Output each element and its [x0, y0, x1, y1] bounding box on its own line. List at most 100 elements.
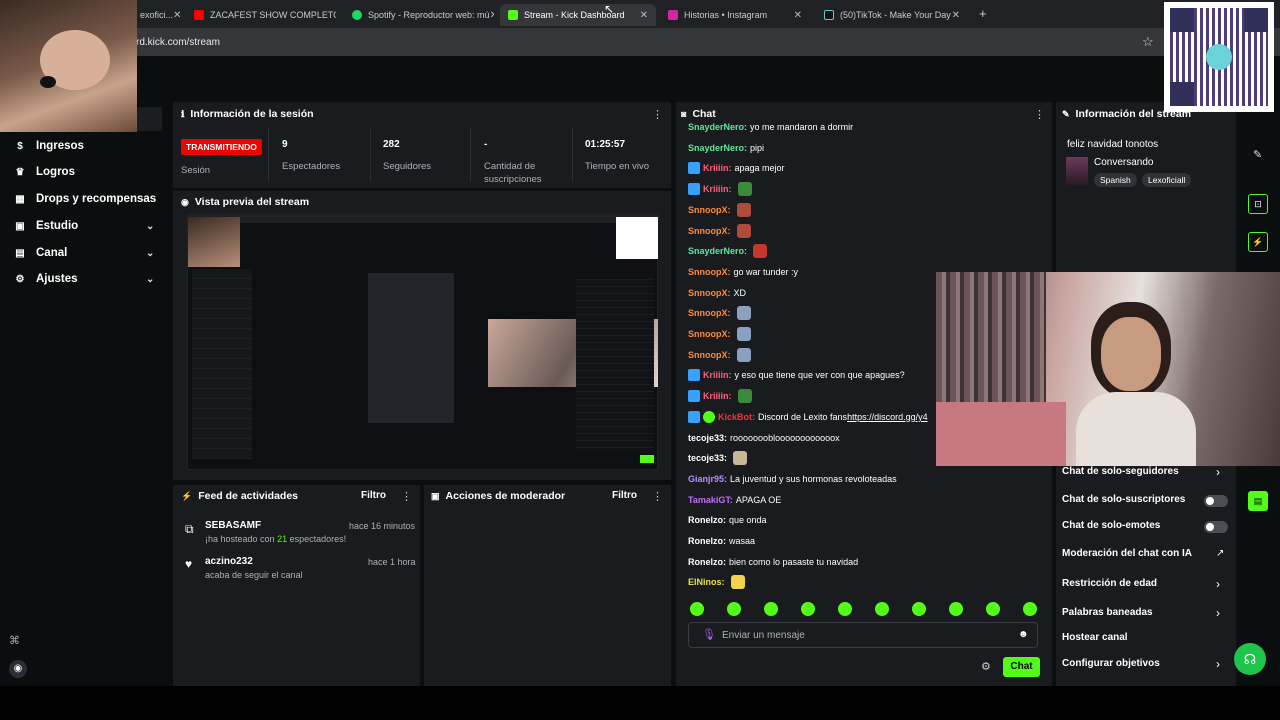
tag-chip[interactable]: Lexoficiall [1142, 173, 1192, 187]
more-options-icon[interactable]: ⋮ [1034, 108, 1045, 121]
chevron-right-icon[interactable]: › [1216, 577, 1220, 591]
stream-category[interactable]: Conversando [1094, 157, 1153, 168]
chat-username[interactable]: Kriiiin: [703, 391, 732, 401]
chat-username[interactable]: tecoje33: [688, 453, 727, 463]
sidebar-item-logros[interactable]: ♛ Logros [14, 162, 75, 182]
emote-quick-icon[interactable] [801, 602, 815, 616]
stream-title: feliz navidad tonotos [1067, 139, 1159, 150]
emote-quick-icon[interactable] [1023, 602, 1037, 616]
chat-setting-label[interactable]: Palabras baneadas [1062, 607, 1153, 618]
chat-setting-label[interactable]: Chat de solo-seguidores [1062, 466, 1179, 477]
chat-setting-label[interactable]: Hostear canal [1062, 632, 1128, 643]
chat-username[interactable]: SnnoopX: [688, 308, 731, 318]
chat-username[interactable]: Gianjr95: [688, 474, 727, 484]
chat-username[interactable]: Ronelzo: [688, 515, 726, 525]
feed-title: ⚡ Feed de actividades [181, 490, 298, 502]
chevron-right-icon[interactable]: › [1216, 657, 1220, 671]
help-support-icon[interactable]: ☊ [1234, 643, 1266, 675]
emote-quick-icon[interactable] [690, 602, 704, 616]
emote-quick-icon[interactable] [912, 602, 926, 616]
feed-text: ¡ha hosteado con 21 espectadores! [205, 534, 346, 544]
emote-quick-icon[interactable] [875, 602, 889, 616]
sidebar-item-canal[interactable]: ▤ Canal ⌄ [14, 243, 164, 263]
close-tab-icon[interactable]: ✕ [952, 10, 960, 21]
discord-icon[interactable]: ◉ [9, 660, 27, 678]
browser-tab[interactable]: Spotify - Reproductor web: mú ✕ [344, 4, 494, 26]
feed-user[interactable]: aczino232 [205, 556, 253, 567]
external-link-icon[interactable]: ↗ [1216, 548, 1224, 559]
webcam-bed [936, 402, 1066, 466]
browser-tab[interactable]: (50)TikTok - Make Your Day ✕ [816, 4, 968, 26]
emote-quick-icon[interactable] [764, 602, 778, 616]
new-tab-button[interactable]: + [979, 6, 987, 21]
emote-quick-icon[interactable] [949, 602, 963, 616]
more-options-icon[interactable]: ⋮ [652, 490, 663, 503]
microphone-icon[interactable]: 🎙 [702, 628, 716, 641]
chat-setting-label[interactable]: Restricción de edad [1062, 578, 1157, 589]
chat-username[interactable]: SnnoopX: [688, 205, 731, 215]
chat-username[interactable]: TamakiGT: [688, 495, 733, 505]
chat-setting-label[interactable]: Configurar objetivos [1062, 658, 1160, 669]
emoji-icon[interactable]: ☻ [1018, 629, 1029, 640]
stream-key-icon[interactable]: ⊡ [1248, 194, 1268, 214]
toggle-switch[interactable] [1204, 495, 1228, 507]
chat-username[interactable]: SnnoopX: [688, 226, 731, 236]
chat-username[interactable]: SnayderNero: [688, 246, 747, 256]
sidebar-item-ingresos[interactable]: $ Ingresos [14, 136, 84, 156]
feed-user[interactable]: SEBASAMF [205, 520, 261, 531]
chat-popout-icon[interactable]: ▤ [1248, 491, 1268, 511]
chat-setting-label[interactable]: Chat de solo-suscriptores [1062, 494, 1185, 505]
chat-username[interactable]: Ronelzo: [688, 557, 726, 567]
chevron-right-icon[interactable]: › [1216, 465, 1220, 479]
close-tab-icon[interactable]: ✕ [640, 10, 648, 21]
emote-quick-icon[interactable] [986, 602, 1000, 616]
feed-filter-button[interactable]: Filtro [361, 490, 386, 501]
chat-setting-label[interactable]: Moderación del chat con IA [1062, 548, 1192, 559]
qr-code-image [1164, 2, 1274, 112]
moderator-filter-button[interactable]: Filtro [612, 490, 637, 501]
browser-tab[interactable]: exofici... ✕ [132, 4, 184, 26]
browser-tab-active[interactable]: Stream - Kick Dashboard ✕ [500, 4, 656, 26]
url-text[interactable]: rd.kick.com/stream [136, 37, 220, 48]
emote-quick-icon[interactable] [838, 602, 852, 616]
chat-username[interactable]: Ronelzo: [688, 536, 726, 546]
sidebar-item-estudio[interactable]: ▣ Estudio ⌄ [14, 216, 164, 236]
chat-message: Kriiiin: [688, 389, 752, 404]
close-tab-icon[interactable]: ✕ [794, 10, 802, 21]
more-options-icon[interactable]: ⋮ [652, 108, 663, 121]
browser-tab[interactable]: Historias • Instagram ✕ [660, 4, 810, 26]
chat-username[interactable]: SnnoopX: [688, 329, 731, 339]
chat-settings-gear-icon[interactable]: ⚙ [981, 660, 991, 673]
chat-username[interactable]: SnnoopX: [688, 350, 731, 360]
browser-tab[interactable]: ZACAFEST SHOW COMPLETO✕ [186, 4, 336, 26]
bookmark-star-icon[interactable]: ☆ [1142, 34, 1154, 50]
chat-username[interactable]: Kriiiin: [703, 370, 732, 380]
chat-username[interactable]: SnayderNero: [688, 122, 747, 132]
chat-username[interactable]: ElNinos: [688, 577, 725, 587]
apps-icon[interactable]: ⌘ [9, 634, 20, 647]
chat-send-button[interactable]: Chat [1003, 657, 1040, 677]
chat-message: tecoje33: rooooooobloooooooooooox [688, 431, 840, 445]
close-tab-icon[interactable]: ✕ [490, 10, 494, 21]
edit-icon[interactable]: ✎ [1253, 148, 1262, 161]
close-tab-icon[interactable]: ✕ [173, 10, 181, 21]
stream-preview-video[interactable] [187, 214, 659, 470]
chevron-right-icon[interactable]: › [1216, 606, 1220, 620]
chat-username[interactable]: SnayderNero: [688, 143, 747, 153]
chat-setting-label[interactable]: Chat de solo-emotes [1062, 520, 1160, 531]
chat-username[interactable]: SnnoopX: [688, 288, 731, 298]
chat-username[interactable]: tecoje33: [688, 433, 727, 443]
chat-username[interactable]: KickBot: [718, 412, 755, 422]
more-options-icon[interactable]: ⋮ [401, 490, 412, 503]
tag-chip[interactable]: Spanish [1094, 173, 1137, 187]
chat-username[interactable]: Kriiiin: [703, 163, 732, 173]
toggle-switch[interactable] [1204, 521, 1228, 533]
sidebar-item-ajustes[interactable]: ⚙ Ajustes ⌄ [14, 269, 164, 289]
emote-quick-icon[interactable] [727, 602, 741, 616]
sidebar-item-drops[interactable]: ▦ Drops y recompensas [14, 189, 156, 209]
chevron-down-icon: ⌄ [146, 220, 155, 232]
chat-username[interactable]: SnnoopX: [688, 267, 731, 277]
lightning-icon[interactable]: ⚡ [1248, 232, 1268, 252]
chat-username[interactable]: Kriiiin: [703, 184, 732, 194]
chat-link[interactable]: https://discord.gg/y4 [847, 412, 928, 422]
